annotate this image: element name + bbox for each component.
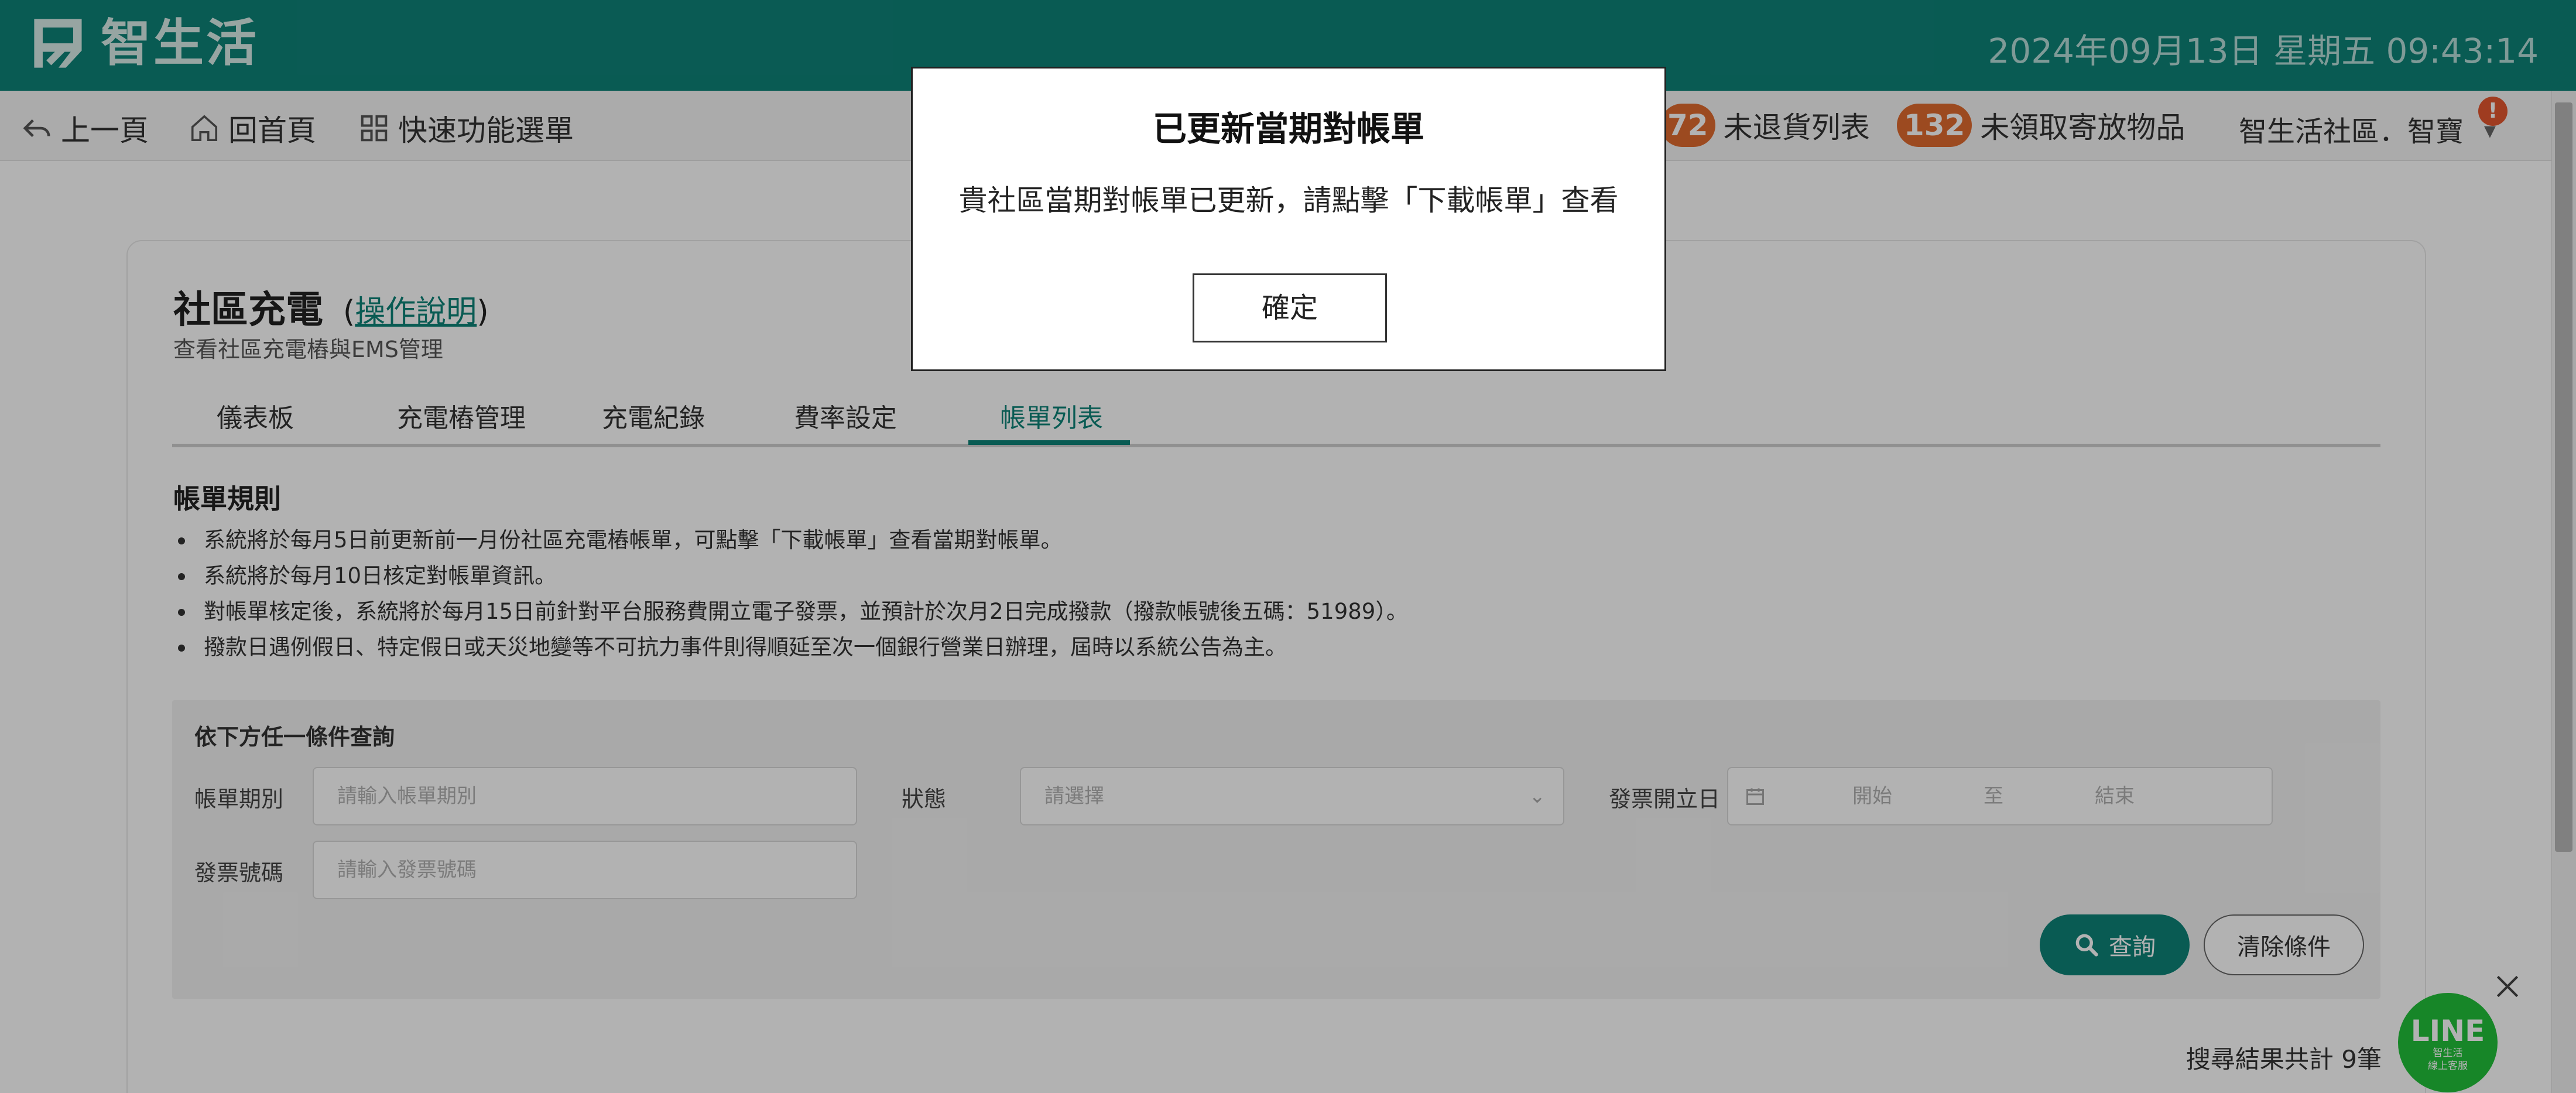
dialog-message: 貴社區當期對帳單已更新，請點擊「下載帳單」查看 xyxy=(958,184,1619,217)
dialog-title: 已更新當期對帳單 xyxy=(1152,109,1424,149)
confirm-button[interactable]: 確定 xyxy=(1193,273,1387,342)
update-dialog: 已更新當期對帳單 貴社區當期對帳單已更新，請點擊「下載帳單」查看 確定 xyxy=(911,67,1666,371)
